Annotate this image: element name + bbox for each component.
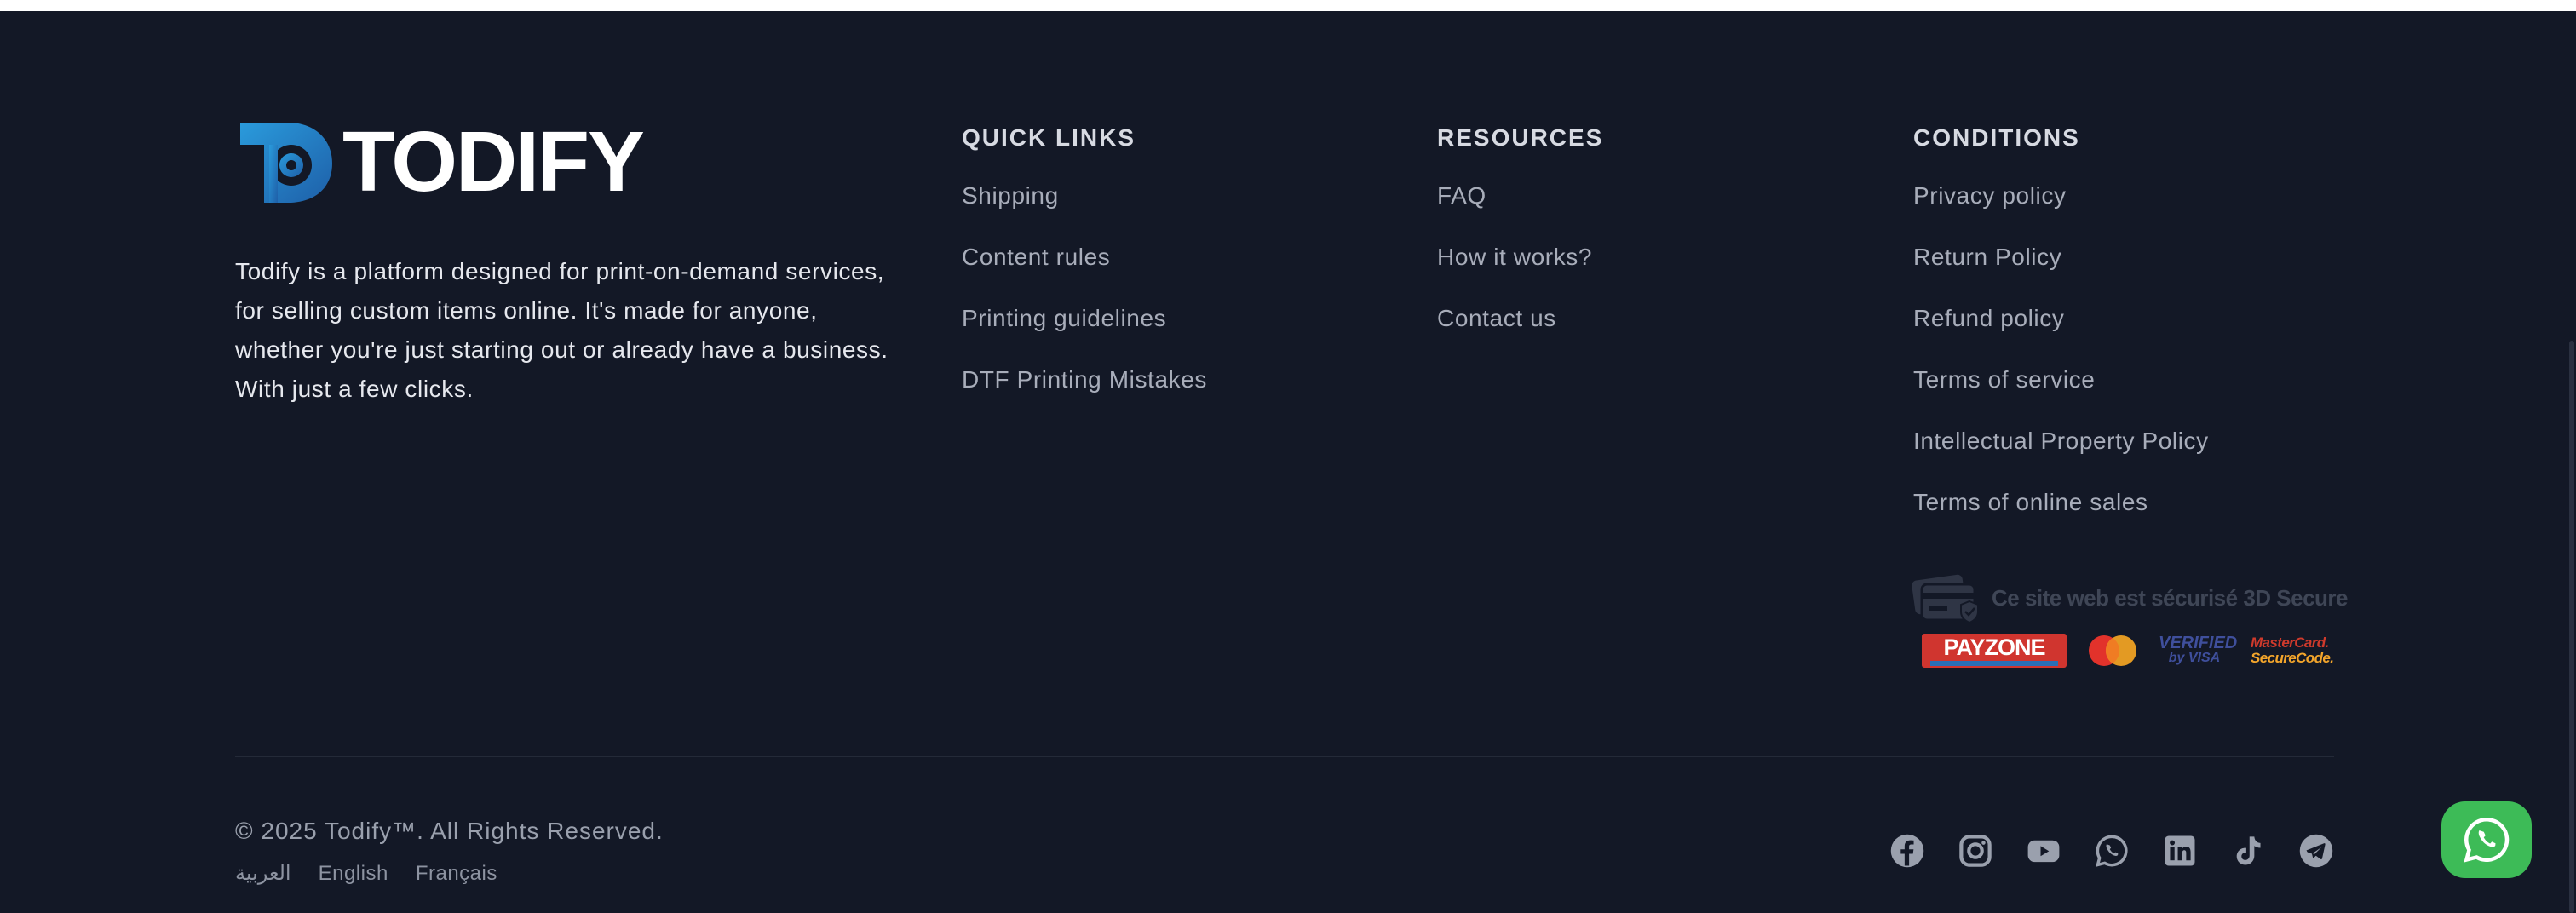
whatsapp-icon[interactable]: [2092, 831, 2131, 870]
top-edge: [0, 0, 2576, 11]
mcsc-line1: MasterCard.: [2251, 635, 2329, 651]
conditions-heading: CONDITIONS: [1913, 124, 2080, 151]
facebook-icon[interactable]: [1888, 831, 1927, 870]
copyright-text: © 2025 Todify™. All Rights Reserved.: [235, 818, 664, 844]
lang-french[interactable]: Français: [416, 860, 497, 887]
todify-logo-icon: [240, 123, 332, 203]
whatsapp-chat-icon: [2464, 817, 2510, 863]
link-shipping[interactable]: Shipping: [962, 181, 1207, 211]
brand-name: TODIFY: [342, 114, 645, 210]
secure-card-icon: [1912, 574, 1979, 624]
vbv-line2: by VISA: [2168, 651, 2221, 665]
secure-text: Ce site web est sécurisé 3D Secure: [1992, 584, 2349, 611]
telegram-icon[interactable]: [2297, 831, 2336, 870]
youtube-icon[interactable]: [2024, 831, 2063, 870]
footer-divider: [235, 756, 2334, 757]
whatsapp-chat-button[interactable]: [2441, 801, 2532, 878]
verified-by-visa-logo: VERIFIED by VISA: [2159, 634, 2238, 666]
secure-payment-badge: Ce site web est sécurisé 3D Secure PAYZO…: [1912, 571, 2349, 681]
social-links: [1888, 831, 2336, 870]
link-faq[interactable]: FAQ: [1437, 181, 1603, 211]
link-how-it-works[interactable]: How it works?: [1437, 242, 1603, 273]
link-terms-online-sales[interactable]: Terms of online sales: [1913, 487, 2209, 518]
link-terms-of-service[interactable]: Terms of service: [1913, 365, 2209, 395]
link-content-rules[interactable]: Content rules: [962, 242, 1207, 273]
payment-logos: PAYZONE VERIFIED by VISA MasterCard. Sec…: [1922, 634, 2334, 668]
link-contact-us[interactable]: Contact us: [1437, 303, 1603, 334]
language-switcher: العربية English Français: [235, 860, 525, 887]
link-return-policy[interactable]: Return Policy: [1913, 242, 2209, 273]
payzone-label: PAYZONE: [1943, 634, 2045, 660]
resources-heading: RESOURCES: [1437, 124, 1604, 151]
link-ip-policy[interactable]: Intellectual Property Policy: [1913, 426, 2209, 456]
brand-logo[interactable]: TODIFY: [235, 114, 645, 210]
quick-links-heading: QUICK LINKS: [962, 124, 1136, 151]
link-printing-guidelines[interactable]: Printing guidelines: [962, 303, 1207, 334]
resources-column: RESOURCES FAQ How it works? Contact us: [1437, 123, 1603, 365]
lang-english[interactable]: English: [319, 860, 388, 887]
link-privacy-policy[interactable]: Privacy policy: [1913, 181, 2209, 211]
link-refund-policy[interactable]: Refund policy: [1913, 303, 2209, 334]
lang-arabic[interactable]: العربية: [235, 860, 291, 887]
scrollbar-thumb[interactable]: [2569, 341, 2574, 913]
mastercard-icon: [2089, 635, 2136, 666]
mastercard-securecode-logo: MasterCard. SecureCode.: [2251, 635, 2334, 666]
secure-line: Ce site web est sécurisé 3D Secure: [1912, 571, 2349, 625]
link-dtf-printing-mistakes[interactable]: DTF Printing Mistakes: [962, 365, 1207, 395]
linkedin-icon[interactable]: [2160, 831, 2199, 870]
conditions-column: CONDITIONS Privacy policy Return Policy …: [1913, 123, 2209, 548]
payzone-logo: PAYZONE: [1922, 634, 2067, 668]
instagram-icon[interactable]: [1956, 831, 1995, 870]
quick-links-column: QUICK LINKS Shipping Content rules Print…: [962, 123, 1207, 426]
payzone-underline: [1930, 660, 2058, 666]
brand-description: Todify is a platform designed for print-…: [235, 258, 888, 402]
tiktok-icon[interactable]: [2228, 831, 2268, 870]
vbv-line1: VERIFIED: [2159, 634, 2238, 652]
mcsc-line2: SecureCode.: [2251, 650, 2334, 666]
